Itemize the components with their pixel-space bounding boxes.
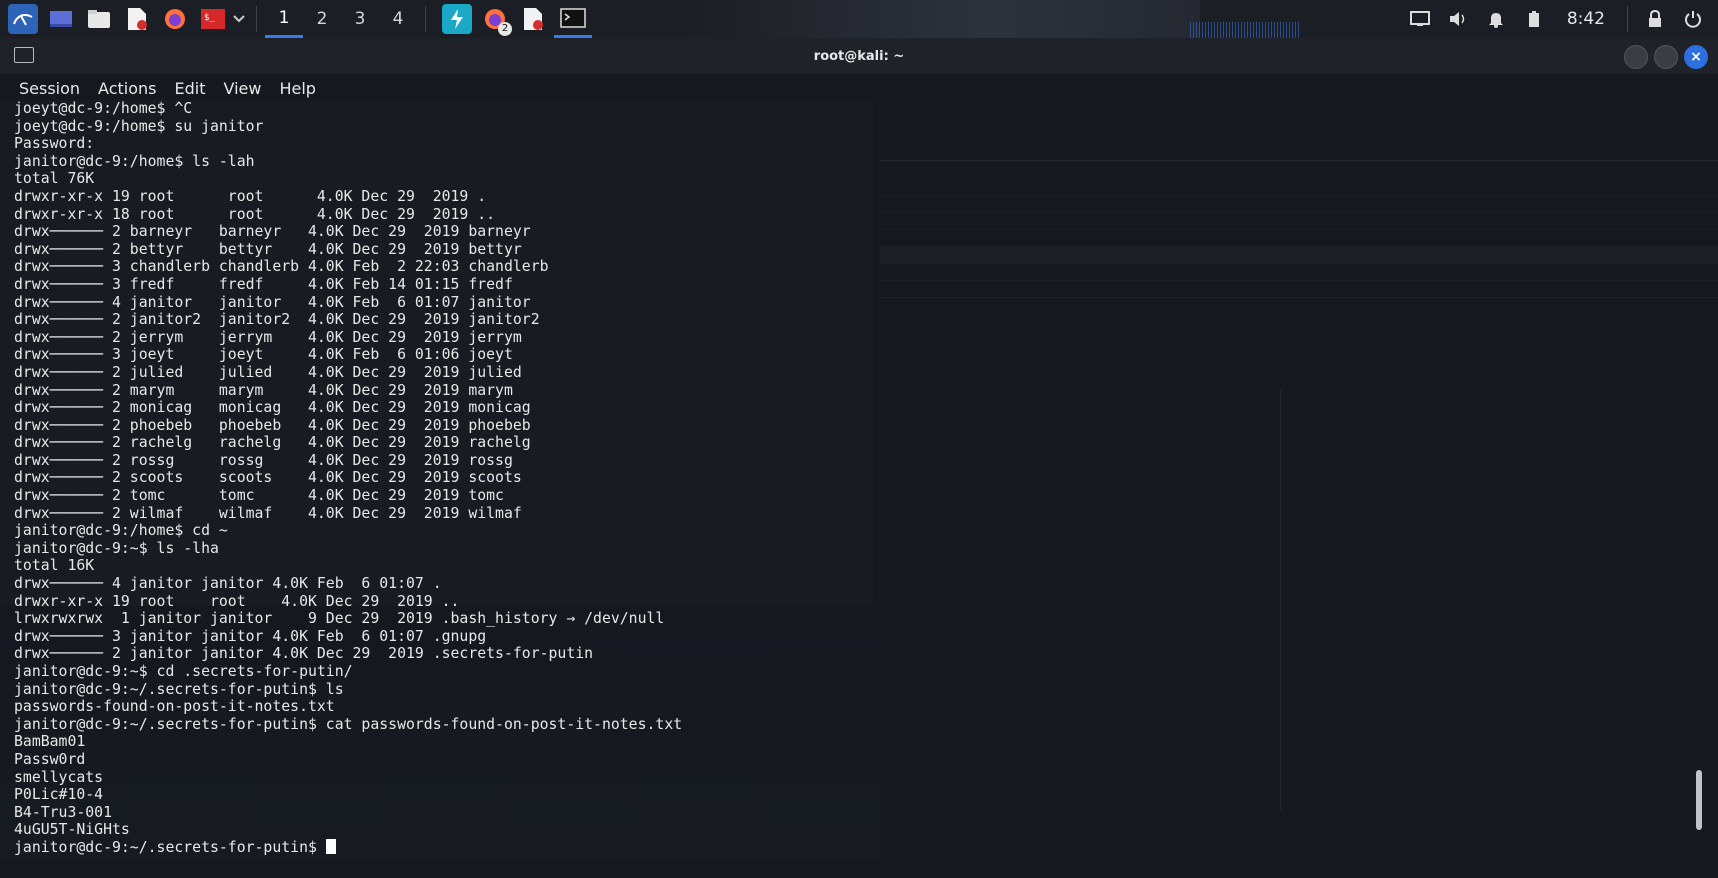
terminal-line: drwx────── 2 jerrym jerrym 4.0K Dec 29 2… bbox=[14, 328, 522, 346]
text-editor-icon[interactable] bbox=[122, 4, 152, 34]
terminal-line: janitor@dc-9:/home$ ls -lah bbox=[14, 152, 255, 170]
terminal-red-icon[interactable]: $_ bbox=[198, 4, 228, 34]
terminal-line: total 16K bbox=[14, 557, 95, 575]
file-manager-icon[interactable] bbox=[84, 4, 114, 34]
terminal-line: drwx────── 2 rossg rossg 4.0K Dec 29 201… bbox=[14, 451, 513, 469]
chevron-down-icon[interactable] bbox=[230, 4, 248, 34]
terminal-line: drwx────── 2 bettyr bettyr 4.0K Dec 29 2… bbox=[14, 240, 522, 258]
terminal-line: 4uGU5T-NiGHts bbox=[14, 821, 130, 839]
terminal-line: janitor@dc-9:/home$ cd ~ bbox=[14, 522, 228, 540]
terminal-line: drwx────── 3 fredf fredf 4.0K Feb 14 01:… bbox=[14, 275, 513, 293]
terminal-line: drwx────── 2 janitor2 janitor2 4.0K Dec … bbox=[14, 311, 540, 329]
svg-text:$_: $_ bbox=[204, 13, 215, 23]
close-icon: × bbox=[1690, 49, 1702, 65]
terminal-line: janitor@dc-9:~/.secrets-for-putin$ cat p… bbox=[14, 715, 683, 733]
terminal-icon[interactable] bbox=[554, 0, 592, 38]
firefox-private-icon[interactable]: 2 bbox=[480, 4, 512, 36]
firefox-badge: 2 bbox=[498, 22, 512, 36]
display-icon[interactable] bbox=[1407, 6, 1433, 32]
power-icon[interactable] bbox=[1680, 6, 1706, 32]
terminal-line: lrwxrwxrwx 1 janitor janitor 9 Dec 29 20… bbox=[14, 610, 665, 628]
volume-icon[interactable] bbox=[1445, 6, 1471, 32]
workspace-2[interactable]: 2 bbox=[303, 0, 341, 38]
minimize-button[interactable] bbox=[1624, 45, 1648, 69]
terminal-line: drwxr-xr-x 18 root root 4.0K Dec 29 2019… bbox=[14, 205, 496, 223]
terminal-line: drwx────── 3 joeyt joeyt 4.0K Feb 6 01:0… bbox=[14, 346, 513, 364]
system-tray: 8:42 bbox=[1401, 0, 1718, 38]
workspace-1[interactable]: 1 bbox=[265, 0, 303, 38]
window-controls: × bbox=[1624, 45, 1708, 69]
terminal-line: janitor@dc-9:~/.secrets-for-putin$ ls bbox=[14, 680, 344, 698]
terminal-line: B4-Tru3-001 bbox=[14, 803, 112, 821]
terminal-line: drwxr-xr-x 19 root root 4.0K Dec 29 2019… bbox=[14, 187, 487, 205]
terminal-line: drwx────── 3 chandlerb chandlerb 4.0K Fe… bbox=[14, 258, 549, 276]
terminal-line: janitor@dc-9:~$ ls -lha bbox=[14, 539, 219, 557]
firefox-icon[interactable] bbox=[160, 4, 190, 34]
terminal-line: smellycats bbox=[14, 768, 104, 786]
terminal-line: P0Lic#10-4 bbox=[14, 786, 104, 804]
workspace-4[interactable]: 4 bbox=[379, 0, 417, 38]
terminal-line: drwxr-xr-x 19 root root 4.0K Dec 29 2019… bbox=[14, 592, 460, 610]
workspace-3[interactable]: 3 bbox=[341, 0, 379, 38]
notification-bell-icon[interactable] bbox=[1483, 6, 1509, 32]
kali-menu-icon[interactable] bbox=[8, 4, 38, 34]
clock[interactable]: 8:42 bbox=[1567, 9, 1605, 29]
terminal-line: total 76K bbox=[14, 170, 95, 188]
terminal-line: drwx────── 3 janitor janitor 4.0K Feb 6 … bbox=[14, 627, 487, 645]
terminal-cursor bbox=[325, 838, 336, 854]
taskbar: $_ 1 2 3 4 2 8:42 bbox=[0, 0, 1718, 38]
terminal-line: drwx────── 2 phoebeb phoebeb 4.0K Dec 29… bbox=[14, 416, 531, 434]
terminal-line: drwx────── 2 julied julied 4.0K Dec 29 2… bbox=[14, 363, 522, 381]
scroll-thumb[interactable] bbox=[1696, 770, 1702, 830]
text-editor-2-icon[interactable] bbox=[518, 4, 548, 34]
window-titlebar[interactable]: root@kali: ~ × bbox=[0, 38, 1718, 74]
menu-bar: Session Actions Edit View Help bbox=[0, 74, 1718, 102]
terminal-line: joeyt@dc-9:/home$ su janitor bbox=[14, 117, 264, 135]
terminal-line: drwx────── 2 tomc tomc 4.0K Dec 29 2019 … bbox=[14, 487, 504, 505]
taskbar-separator bbox=[425, 6, 426, 32]
battery-icon[interactable] bbox=[1521, 6, 1547, 32]
terminal-prompt: janitor@dc-9:~/.secrets-for-putin$ bbox=[14, 838, 326, 856]
taskbar-separator bbox=[256, 6, 257, 32]
maximize-button[interactable] bbox=[1654, 45, 1678, 69]
terminal-line: drwx────── 2 wilmaf wilmaf 4.0K Dec 29 2… bbox=[14, 504, 522, 522]
terminal-line: janitor@dc-9:~$ cd .secrets-for-putin/ bbox=[14, 663, 353, 680]
window-title: root@kali: ~ bbox=[813, 48, 905, 64]
lock-icon[interactable] bbox=[1642, 6, 1668, 32]
terminal-line: drwx────── 2 janitor janitor 4.0K Dec 29… bbox=[14, 645, 594, 663]
menu-actions[interactable]: Actions bbox=[89, 79, 165, 98]
terminal-line: joeyt@dc-9:/home$ ^C bbox=[14, 100, 193, 117]
terminal-line: Passw0rd bbox=[14, 750, 86, 768]
terminal-line: drwx────── 2 rachelg rachelg 4.0K Dec 29… bbox=[14, 434, 531, 452]
burp-suite-icon[interactable] bbox=[442, 4, 472, 34]
terminal-line: Password: bbox=[14, 135, 104, 153]
terminal-line: BamBam01 bbox=[14, 733, 86, 751]
terminal-line: drwx────── 4 janitor janitor 4.0K Feb 6 … bbox=[14, 575, 442, 593]
terminal-line: drwx────── 2 monicag monicag 4.0K Dec 29… bbox=[14, 399, 531, 417]
network-graph bbox=[1190, 22, 1300, 38]
tray-separator bbox=[1627, 6, 1628, 32]
menu-view[interactable]: View bbox=[214, 79, 270, 98]
terminal-scrollbar[interactable] bbox=[1694, 100, 1702, 840]
terminal-prompt-line[interactable]: janitor@dc-9:~/.secrets-for-putin$ bbox=[14, 838, 682, 857]
close-button[interactable]: × bbox=[1684, 45, 1708, 69]
terminal-line: passwords-found-on-post-it-notes.txt bbox=[14, 698, 335, 716]
terminal-line: drwx────── 2 scoots scoots 4.0K Dec 29 2… bbox=[14, 469, 522, 487]
terminal-line: drwx────── 4 janitor janitor 4.0K Feb 6 … bbox=[14, 293, 531, 311]
menu-session[interactable]: Session bbox=[0, 79, 89, 98]
desktop-icon[interactable] bbox=[46, 4, 76, 34]
terminal-line: drwx────── 2 marym marym 4.0K Dec 29 201… bbox=[14, 381, 513, 399]
menu-help[interactable]: Help bbox=[270, 79, 324, 98]
menu-edit[interactable]: Edit bbox=[166, 79, 215, 98]
terminal-line: drwx────── 2 barneyr barneyr 4.0K Dec 29… bbox=[14, 223, 531, 241]
taskbar-background bbox=[680, 0, 1200, 38]
terminal-output[interactable]: joeyt@dc-9:/home$ ^C joeyt@dc-9:/home$ su… bbox=[14, 100, 682, 857]
